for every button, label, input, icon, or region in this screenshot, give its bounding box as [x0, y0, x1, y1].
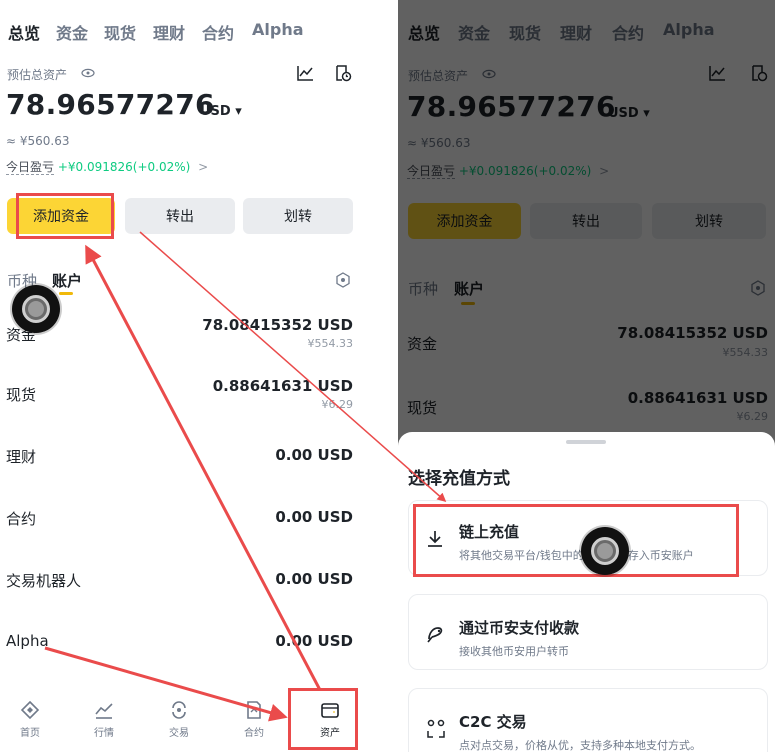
withdraw-button[interactable]: 转出: [125, 198, 235, 234]
nav-trade[interactable]: 交易: [149, 700, 209, 739]
tab-earn[interactable]: 理财: [153, 20, 185, 44]
account-value: 0.88641631 USD: [212, 377, 353, 395]
nav-label: 行情: [94, 728, 114, 739]
nav-label: 交易: [169, 728, 189, 739]
segment-underline: [59, 292, 73, 295]
pay-icon: [425, 623, 447, 649]
today-pnl-value: +¥0.091826(+0.02%): [57, 160, 191, 174]
history-icon[interactable]: [334, 64, 352, 86]
option-c2c-trade[interactable]: C2C 交易 点对点交易，价格从优，支持多种本地支付方式。: [408, 688, 768, 752]
assets-screen-deposit-sheet: 总览 资金 现货 理财 合约 Alpha 预估总资产 78.96577276 U…: [398, 0, 775, 752]
account-value: 0.00 USD: [275, 446, 353, 464]
highlight-add-funds: [16, 193, 114, 239]
nav-markets[interactable]: 行情: [74, 700, 134, 739]
tab-alpha[interactable]: Alpha: [252, 20, 304, 39]
futures-icon: [247, 701, 261, 719]
tab-spot[interactable]: 现货: [104, 20, 136, 44]
currency-label: USD: [200, 104, 231, 119]
total-balance: 78.96577276: [6, 88, 215, 121]
tab-overview[interactable]: 总览: [8, 20, 40, 44]
account-name: 现货: [6, 386, 37, 404]
market-chart-icon: [95, 703, 113, 719]
nav-home[interactable]: 首页: [0, 700, 60, 739]
account-name: 交易机器人: [6, 572, 82, 590]
account-name: Alpha: [6, 632, 49, 650]
account-value: 78.08415352 USD: [202, 316, 353, 334]
deposit-method-sheet: 选择充值方式 链上充值 将其他交易平台/钱包中的加密货币存入币安账户 通过币安支…: [398, 432, 775, 752]
home-icon: [20, 700, 40, 720]
currency-selector[interactable]: USD ▾: [200, 104, 242, 119]
account-fiat: ¥6.29: [321, 398, 354, 411]
account-value: 0.00 USD: [275, 508, 353, 526]
c2c-icon: [425, 717, 447, 743]
nav-label: 合约: [244, 728, 264, 739]
settings-hex-icon[interactable]: [335, 272, 351, 292]
account-fiat: ¥554.33: [307, 337, 354, 350]
option-title: 通过币安支付收款: [459, 619, 580, 637]
option-title: C2C 交易: [459, 713, 527, 731]
sheet-drag-handle[interactable]: [566, 440, 606, 444]
option-desc: 点对点交易，价格从优，支持多种本地支付方式。: [459, 739, 701, 752]
tab-futures[interactable]: 合约: [202, 20, 234, 44]
assets-screen-before: 总览 资金 现货 理财 合约 Alpha 预估总资产 78.96577276 U…: [0, 0, 362, 752]
option-desc: 接收其他币安用户转币: [459, 645, 569, 658]
today-pnl-row[interactable]: 今日盈亏 +¥0.091826(+0.02%) >: [6, 158, 208, 175]
estimated-assets-label: 预估总资产: [7, 68, 68, 82]
trade-icon: [172, 701, 186, 719]
eye-icon[interactable]: [81, 65, 95, 84]
tab-funding[interactable]: 资金: [56, 20, 88, 44]
transfer-button[interactable]: 划转: [243, 198, 353, 234]
fiat-equivalent: ≈ ¥560.63: [6, 134, 70, 148]
account-value: 0.00 USD: [275, 570, 353, 588]
highlight-onchain-deposit: [413, 504, 739, 577]
chevron-right-icon: >: [198, 160, 209, 174]
highlight-assets-tab: [288, 688, 358, 750]
account-name: 理财: [6, 448, 37, 466]
nav-label: 首页: [20, 728, 40, 739]
sheet-title: 选择充值方式: [408, 469, 510, 489]
segment-account[interactable]: 账户: [52, 270, 82, 291]
pnl-chart-icon[interactable]: [296, 64, 314, 86]
nav-futures[interactable]: 合约: [224, 700, 284, 739]
touch-cursor-right: [581, 527, 629, 575]
account-value: 0.00 USD: [275, 632, 353, 650]
touch-cursor-left: [12, 285, 60, 333]
option-binance-pay[interactable]: 通过币安支付收款 接收其他币安用户转币: [408, 594, 768, 670]
today-pnl-label: 今日盈亏: [6, 160, 55, 175]
account-name: 合约: [6, 510, 37, 528]
